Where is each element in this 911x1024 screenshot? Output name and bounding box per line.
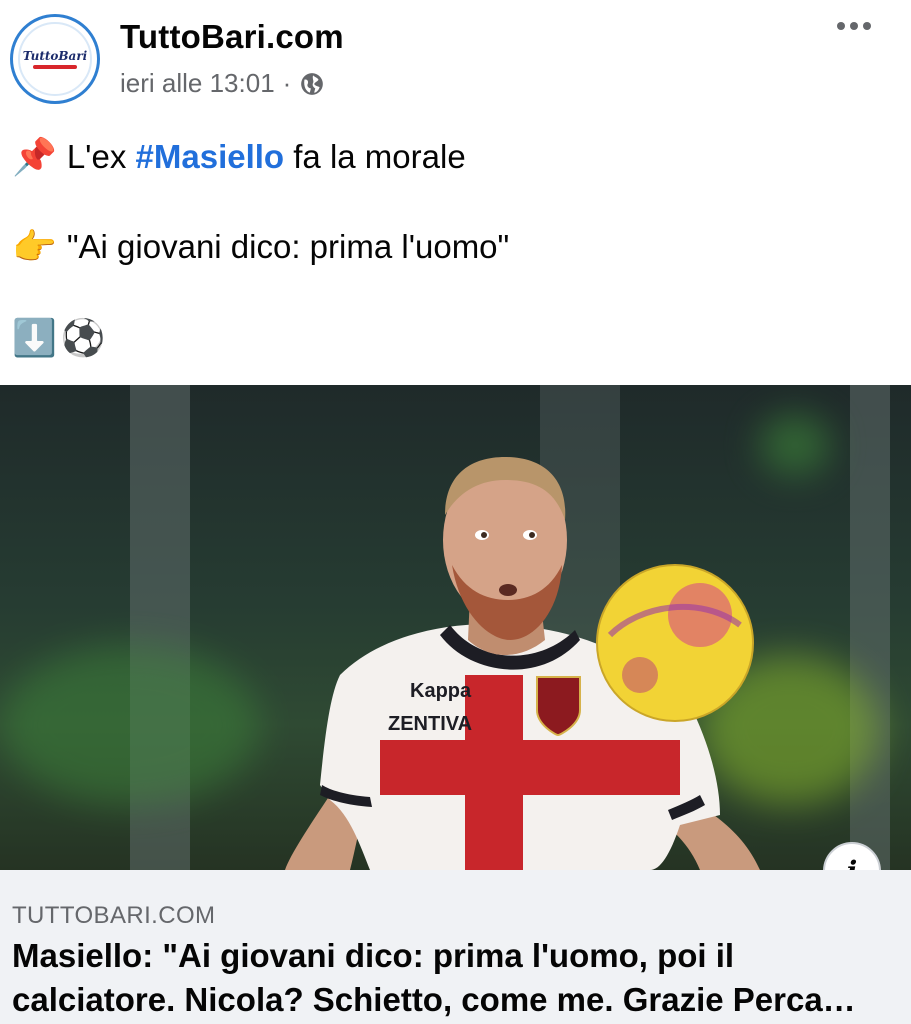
link-preview-card[interactable]: TUTTOBARI.COM Masiello: "Ai giovani dico…: [0, 870, 911, 1024]
link-domain: TUTTOBARI.COM: [12, 902, 216, 929]
svg-text:ZENTIVA: ZENTIVA: [388, 713, 472, 735]
player-illustration: Kappa ZENTIVA: [285, 457, 760, 870]
quote-text: "Ai giovani dico: prima l'uomo": [66, 228, 510, 265]
page-name-link[interactable]: TuttoBari.com: [120, 18, 344, 56]
post-text-line-1: 📌 L'ex #Masiello fa la morale: [12, 138, 466, 176]
post-header: TuttoBari TuttoBari.com ieri alle 13:01 …: [0, 0, 911, 120]
line1-text: L'ex #Masiello fa la morale: [67, 138, 466, 176]
post-text-line-3: ⬇️ ⚽: [12, 320, 106, 356]
post-meta: ieri alle 13:01 ·: [120, 68, 325, 99]
soccer-ball-emoji: ⚽: [60, 317, 106, 358]
page-avatar[interactable]: TuttoBari: [10, 14, 100, 104]
post-text-line-2: 👉 "Ai giovani dico: prima l'uomo": [12, 228, 509, 266]
more-options-icon[interactable]: [837, 22, 871, 30]
pointing-hand-emoji: 👉: [12, 226, 57, 267]
post-timestamp[interactable]: ieri alle 13:01: [120, 68, 275, 99]
link-preview-image[interactable]: Kappa ZENTIVA i: [0, 385, 911, 870]
meta-separator: ·: [282, 68, 292, 98]
globe-icon[interactable]: [299, 71, 325, 97]
line1-prefix: L'ex: [66, 138, 136, 175]
hashtag-link[interactable]: #Masiello: [136, 138, 285, 175]
down-arrow-emoji: ⬇️: [12, 317, 57, 358]
link-headline[interactable]: Masiello: "Ai giovani dico: prima l'uomo…: [12, 934, 892, 1022]
avatar-logo: TuttoBari: [18, 22, 92, 96]
info-icon-label: i: [847, 855, 858, 871]
line1-suffix: fa la morale: [284, 138, 466, 175]
svg-text:Kappa: Kappa: [410, 680, 472, 702]
pushpin-emoji: 📌: [12, 136, 57, 177]
avatar-logo-text: TuttoBari: [22, 49, 88, 63]
avatar-logo-swoosh: [33, 65, 77, 69]
